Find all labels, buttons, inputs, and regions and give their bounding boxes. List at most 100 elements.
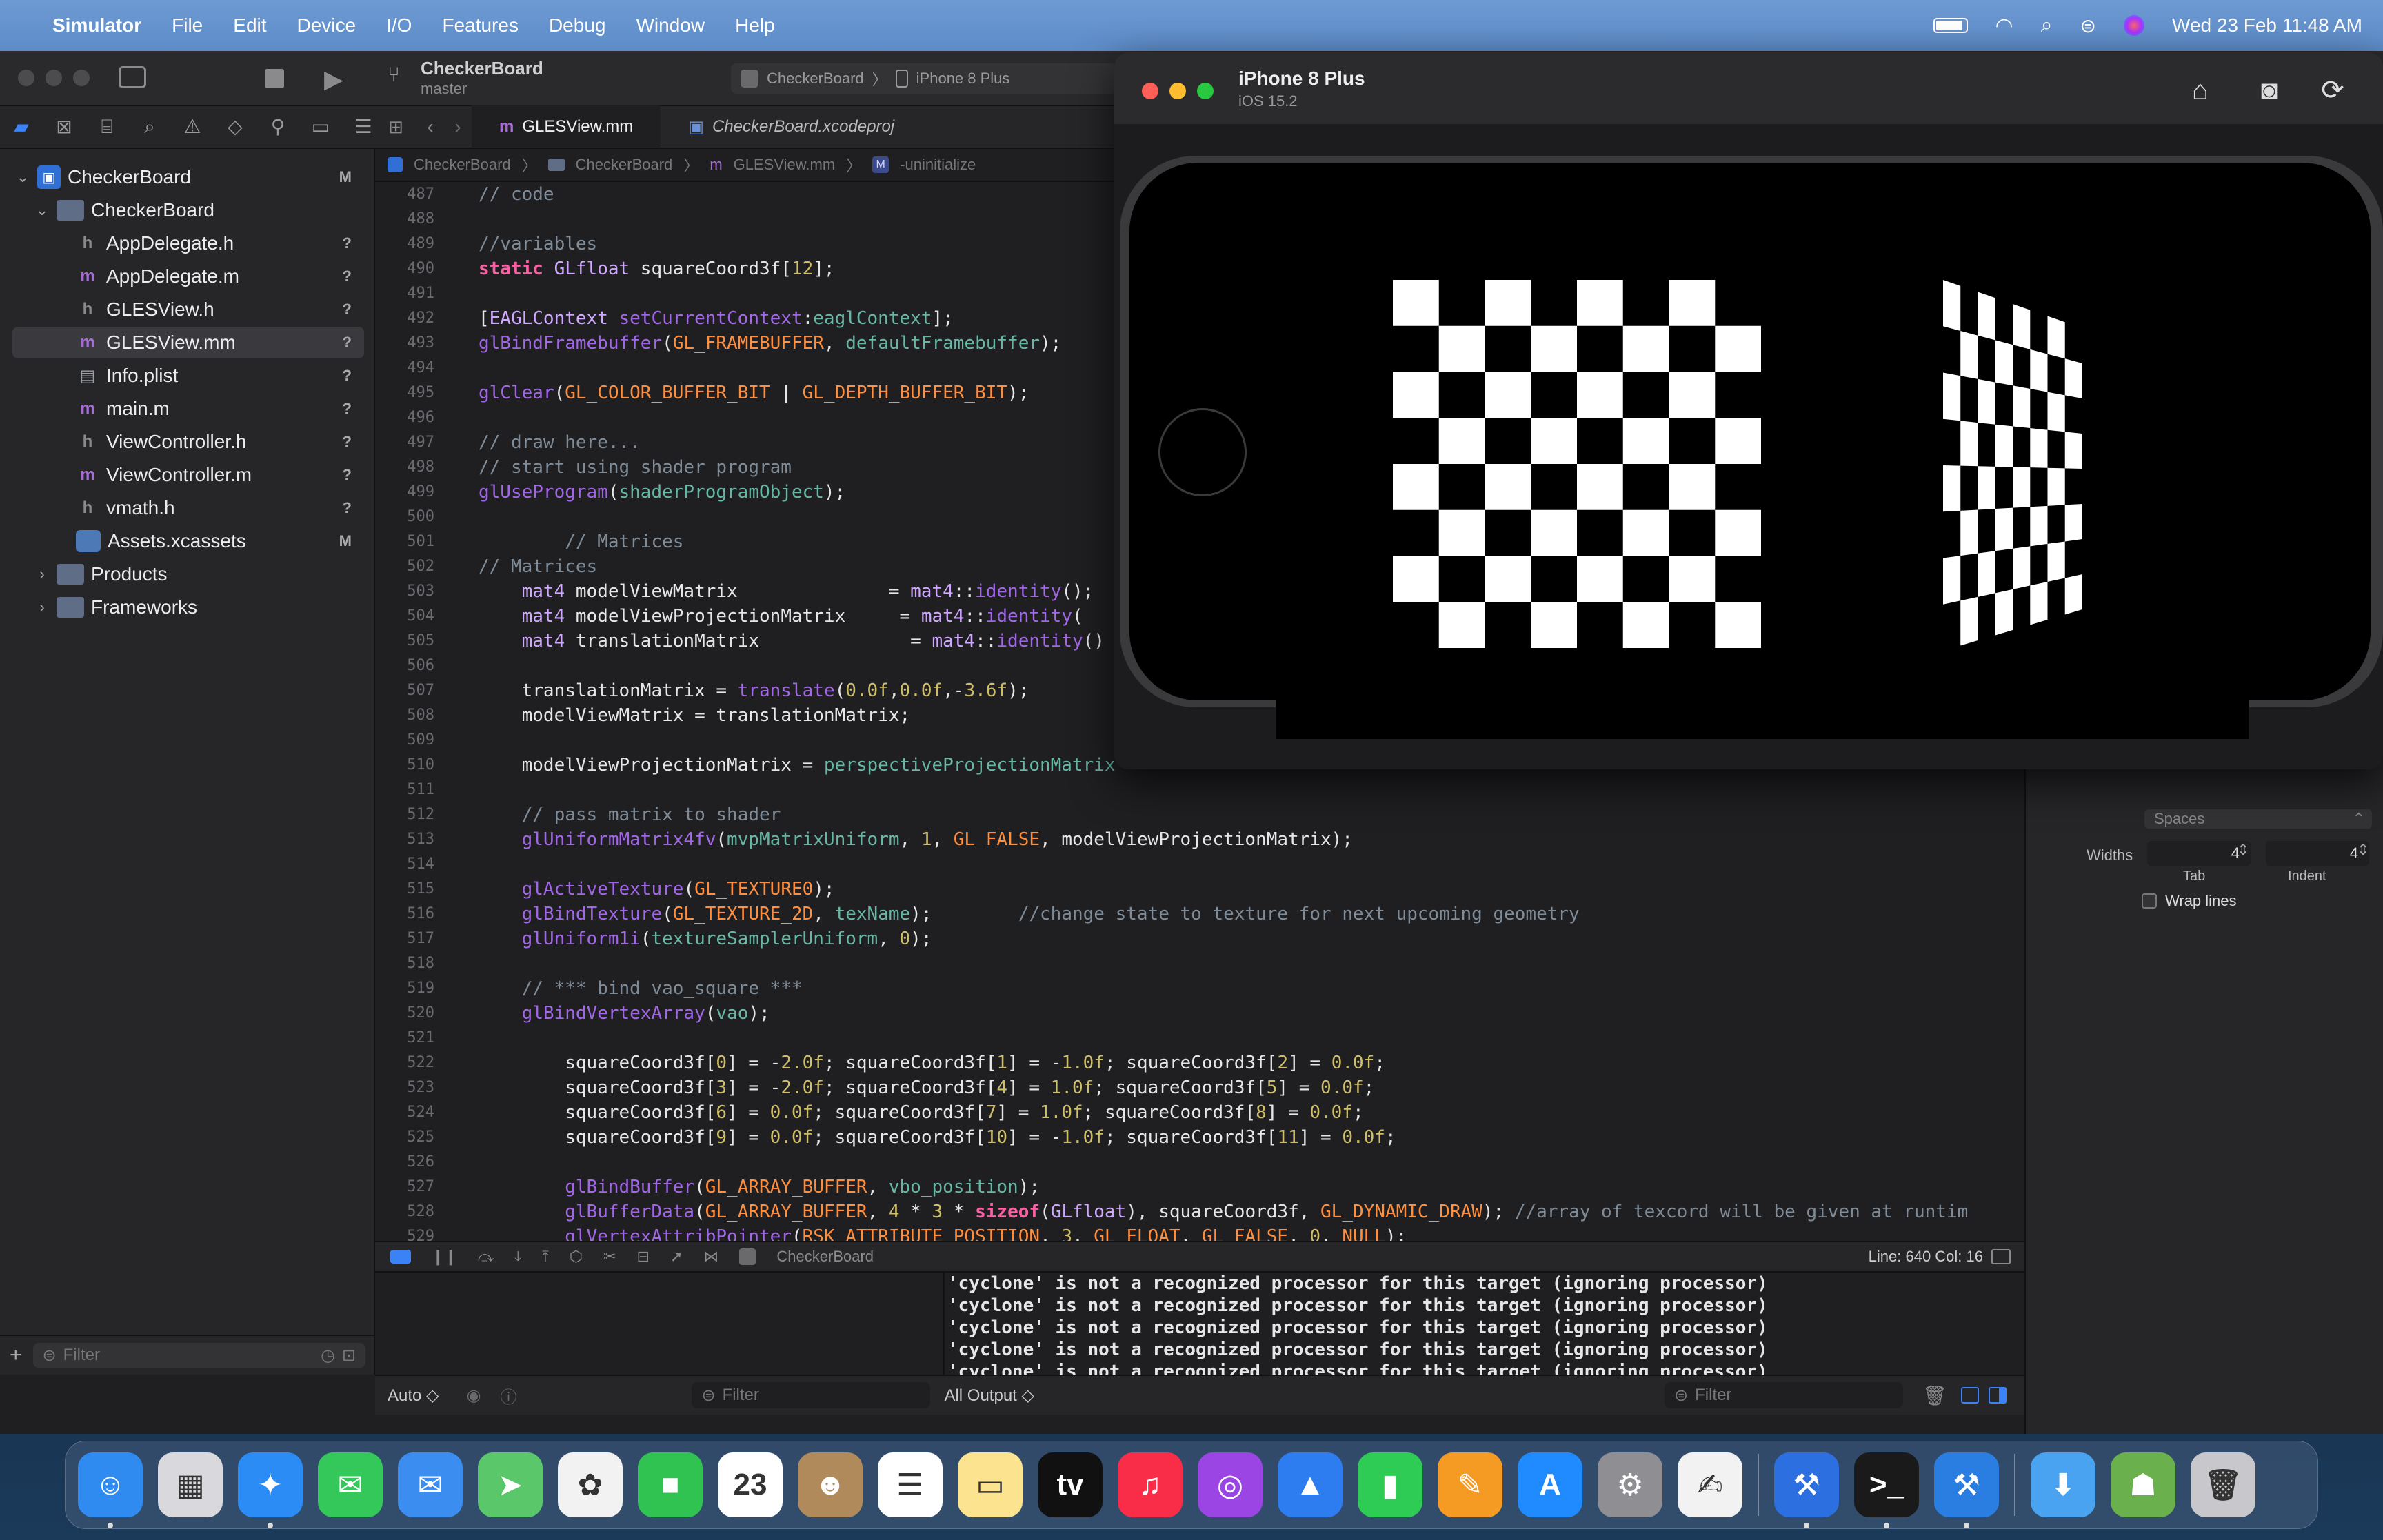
related-items-icon[interactable]: ⊞ — [375, 116, 416, 138]
add-icon[interactable]: + — [10, 1344, 22, 1367]
jumpbar-item[interactable]: -uninitialize — [900, 156, 976, 174]
tab-glesview[interactable]: m GLESView.mm — [472, 105, 661, 148]
source-control-navigator-icon[interactable]: ⊠ — [52, 115, 76, 139]
find-navigator-icon[interactable]: ⌕ — [138, 115, 161, 139]
navigator-item[interactable]: h ViewController.h? — [12, 426, 364, 458]
view-hierarchy-icon[interactable]: ⬡ — [570, 1248, 583, 1266]
dock-messages-icon[interactable]: ✉ — [318, 1452, 383, 1517]
code-line[interactable]: 519 // *** bind vao_square *** — [375, 976, 2024, 1001]
console-filter-input[interactable]: ⊜ Filter — [1664, 1382, 1903, 1408]
sim-minimize-button[interactable] — [1169, 83, 1186, 99]
chevron-down-icon[interactable]: ⌄ — [32, 201, 52, 219]
dock-notes-icon[interactable]: ▭ — [958, 1452, 1023, 1517]
code-line[interactable]: 527 glBindBuffer(GL_ARRAY_BUFFER, vbo_po… — [375, 1175, 2024, 1199]
menu-file[interactable]: File — [172, 14, 203, 37]
code-line[interactable]: 514 — [375, 852, 2024, 877]
menu-window[interactable]: Window — [636, 14, 705, 37]
tab-width-stepper-icon[interactable]: ⇕ — [2237, 841, 2249, 859]
step-out-icon[interactable]: ⤒ — [542, 1248, 549, 1266]
navigator-item[interactable]: m ViewController.m? — [12, 459, 364, 491]
control-center-icon[interactable]: ⊜ — [2080, 14, 2096, 37]
spotlight-icon[interactable]: ⌕ — [2041, 14, 2053, 37]
chevron-down-icon[interactable]: ⌄ — [12, 168, 33, 186]
sidebar-toggle-icon[interactable] — [119, 66, 146, 88]
dock-finder-icon[interactable]: ☺ — [78, 1452, 143, 1528]
gpu-frame-icon[interactable]: ⋈ — [703, 1248, 718, 1266]
code-line[interactable]: 529 glVertexAttribPointer(RSK_ATTRIBUTE_… — [375, 1224, 2024, 1241]
menu-debug[interactable]: Debug — [549, 14, 606, 37]
dock-reminders-icon[interactable]: ☰ — [878, 1452, 943, 1517]
code-line[interactable]: 521 — [375, 1026, 2024, 1051]
dock-numbers-icon[interactable]: ▮ — [1358, 1452, 1422, 1517]
debug-navigator-icon[interactable]: ⚲ — [266, 115, 290, 139]
code-line[interactable]: 517 glUniform1i(textureSamplerUniform, 0… — [375, 926, 2024, 951]
scheme-selector[interactable]: CheckerBoard 〉 iPhone 8 Plus — [731, 63, 1117, 94]
rotate-icon[interactable]: ⟳ — [2315, 73, 2350, 108]
variables-filter-input[interactable]: ⊜ Filter — [692, 1382, 931, 1408]
console-output[interactable]: 'cyclone' is not a recognized processor … — [946, 1273, 2024, 1375]
variables-scope-selector[interactable]: Auto ◇ — [388, 1386, 439, 1406]
dock-podcasts-icon[interactable]: ◎ — [1198, 1452, 1263, 1517]
code-line[interactable]: 516 glBindTexture(GL_TEXTURE_2D, texName… — [375, 902, 2024, 926]
window-minimize-button[interactable] — [46, 70, 62, 86]
siri-icon[interactable] — [2123, 15, 2144, 36]
menu-features[interactable]: Features — [442, 14, 519, 37]
screenshot-icon[interactable]: ◙ — [2252, 73, 2286, 108]
navigator-item[interactable]: h vmath.h? — [12, 492, 364, 524]
navigator-item[interactable]: m AppDelegate.m? — [12, 261, 364, 292]
menu-clock[interactable]: Wed 23 Feb 11:48 AM — [2172, 14, 2362, 37]
code-line[interactable]: 528 glBufferData(GL_ARRAY_BUFFER, 4 * 3 … — [375, 1199, 2024, 1224]
navigator-item[interactable]: Assets.xcassets M — [12, 525, 364, 557]
home-icon[interactable]: ⌂ — [2183, 73, 2218, 108]
run-button[interactable]: ▶ — [324, 65, 343, 94]
step-into-icon[interactable]: ⤓ — [514, 1248, 521, 1266]
dock-app-store-icon[interactable]: A — [1518, 1452, 1582, 1517]
indent-type-select[interactable]: Spaces ⌃ — [2144, 809, 2372, 829]
navigator-item[interactable]: ⌄ ▣ CheckerBoard M — [12, 161, 364, 193]
step-over-icon[interactable]: ⤼ — [478, 1248, 494, 1266]
dock-downloads-icon[interactable]: ⬇ — [2031, 1452, 2095, 1517]
dock-calendar-icon[interactable]: 23 — [718, 1452, 783, 1517]
eye-icon[interactable]: ◉ — [467, 1386, 481, 1406]
wrap-lines-checkbox[interactable] — [2142, 893, 2157, 909]
menu-app-name[interactable]: Simulator — [52, 14, 141, 37]
console-output-selector[interactable]: All Output ◇ — [944, 1386, 1034, 1406]
navigator-item[interactable]: › Products — [12, 558, 364, 590]
report-navigator-icon[interactable]: ☰ — [352, 115, 375, 139]
back-icon[interactable]: ‹ — [416, 116, 444, 138]
navigator-item[interactable]: › Frameworks — [12, 591, 364, 623]
dock-facetime-icon[interactable]: ■ — [638, 1452, 703, 1517]
dock-music-icon[interactable]: ♫ — [1118, 1452, 1183, 1517]
navigator-item[interactable]: ⌄ CheckerBoard — [12, 194, 364, 226]
breakpoint-navigator-icon[interactable]: ▭ — [309, 115, 332, 139]
tab-width-field[interactable]: 4 — [2147, 841, 2251, 866]
project-navigator-icon[interactable]: ▰ — [10, 115, 33, 139]
dock-textedit-icon[interactable]: ✍ — [1678, 1452, 1742, 1517]
window-close-button[interactable] — [18, 70, 34, 86]
symbol-navigator-icon[interactable]: ⌸ — [95, 115, 119, 139]
trash-icon[interactable]: 🗑 — [1922, 1384, 1947, 1407]
home-button[interactable] — [1158, 408, 1247, 496]
dock-photos-icon[interactable]: ✿ — [558, 1452, 623, 1517]
indent-width-stepper-icon[interactable]: ⇕ — [2357, 841, 2369, 859]
battery-icon[interactable] — [1933, 18, 1968, 33]
chevron-right-icon[interactable]: › — [32, 598, 52, 616]
show-console-icon[interactable] — [1988, 1387, 2007, 1404]
editor-mode-icon[interactable] — [1991, 1249, 2011, 1264]
dock-android-icon[interactable]: ☗ — [2111, 1452, 2175, 1517]
navigator-item[interactable]: m main.m? — [12, 393, 364, 425]
source-control-filter-icon[interactable]: ⊡ — [342, 1346, 356, 1366]
simulate-location-icon[interactable]: ➚ — [670, 1248, 683, 1266]
sim-close-button[interactable] — [1142, 83, 1158, 99]
test-navigator-icon[interactable]: ◇ — [223, 115, 247, 139]
sim-zoom-button[interactable] — [1197, 83, 1214, 99]
dock-keynote-icon[interactable]: ▲ — [1278, 1452, 1343, 1517]
navigator-item[interactable]: m GLESView.mm? — [12, 327, 364, 358]
dock-mail-icon[interactable]: ✉ — [398, 1452, 463, 1517]
menu-device[interactable]: Device — [297, 14, 356, 37]
code-line[interactable]: 522 squareCoord3f[0] = -2.0f; squareCoor… — [375, 1051, 2024, 1075]
indent-width-field[interactable]: 4 — [2266, 841, 2369, 866]
code-line[interactable]: 513 glUniformMatrix4fv(mvpMatrixUniform,… — [375, 827, 2024, 852]
window-zoom-button[interactable] — [73, 70, 90, 86]
code-line[interactable]: 518 — [375, 951, 2024, 976]
